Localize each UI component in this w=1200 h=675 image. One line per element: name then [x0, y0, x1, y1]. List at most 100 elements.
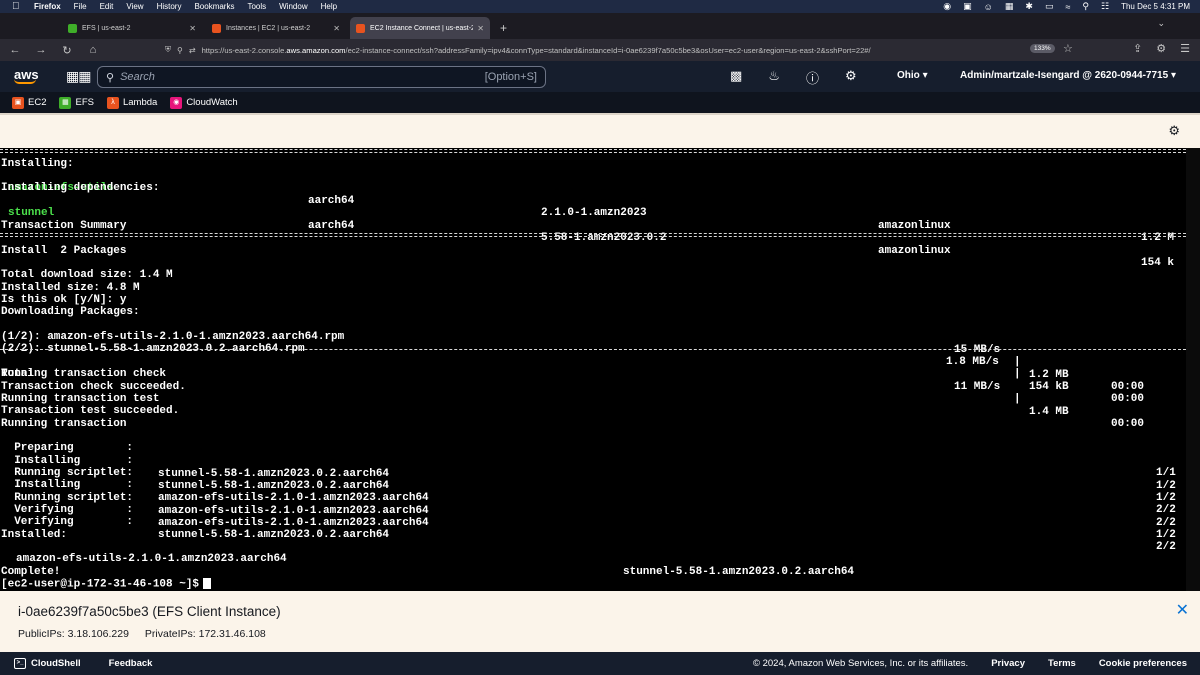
package-arch: aarch64	[308, 219, 355, 232]
tab-efs[interactable]: EFS | us-east-2 ✕	[62, 17, 202, 39]
permissions-icon[interactable]: ⇄	[189, 46, 196, 55]
downloads-icon[interactable]: ⇪	[1133, 42, 1142, 55]
total-time: 00:00	[1111, 418, 1145, 431]
control-center-icon[interactable]: ☷	[1101, 1, 1109, 12]
gear-icon[interactable]: ⚙	[845, 68, 857, 87]
favorite-lambda[interactable]: λ Lambda	[106, 96, 157, 109]
cloudwatch-service-icon: ◉	[170, 96, 183, 109]
accessibility-icon[interactable]: ☺	[984, 2, 993, 12]
tab-label: EFS | us-east-2	[82, 24, 131, 32]
transaction-action: Verifying :	[1, 516, 134, 529]
menu-app-firefox[interactable]: Firefox	[34, 2, 61, 11]
menu-bar-clock: Thu Dec 5 4:31 PM	[1121, 2, 1190, 11]
tab-instances[interactable]: Instances | EC2 | us-east-2 ✕	[206, 17, 346, 39]
favorite-label: EFS	[75, 97, 94, 108]
spotlight-icon[interactable]: ⚲	[1082, 1, 1089, 12]
notifications-bell-icon[interactable]: ♨	[768, 68, 780, 87]
terminal-line: Complete!	[1, 566, 61, 578]
search-input[interactable]: ⚲ Search [Option+S]	[97, 66, 546, 88]
privacy-link[interactable]: Privacy	[991, 658, 1025, 669]
download-speed: 15 MB/s	[954, 343, 1001, 356]
terms-link[interactable]: Terms	[1048, 658, 1076, 669]
shell-prompt: [ec2-user@ip-172-31-46-108 ~]$	[1, 578, 200, 591]
services-grid-icon[interactable]: ▦▦	[66, 68, 91, 85]
close-icon[interactable]: ✕	[333, 24, 340, 33]
url-path: /ec2-instance-connect/ssh?addressFamily=…	[345, 45, 871, 55]
url-host: aws.amazon.com	[286, 45, 346, 55]
terminal-rule	[0, 149, 1186, 153]
menu-window[interactable]: Window	[279, 2, 307, 11]
zoom-icon[interactable]: ▣	[963, 1, 972, 12]
search-icon: ⚲	[106, 71, 115, 84]
apple-icon[interactable]: 	[12, 1, 24, 12]
url-prefix: https://us-east-2.console.	[201, 45, 287, 55]
public-ips: PublicIPs: 3.18.106.229	[18, 628, 129, 640]
help-icon[interactable]: ⓘ	[806, 68, 819, 87]
menu-help[interactable]: Help	[321, 2, 337, 11]
favorite-label: CloudWatch	[186, 97, 238, 108]
terminal-line: Transaction test succeeded.	[1, 405, 180, 417]
close-icon[interactable]: ✕	[477, 24, 484, 33]
aws-logo[interactable]: aws	[14, 68, 44, 84]
menu-file[interactable]: File	[74, 2, 87, 11]
chevron-down-icon[interactable]: ⌄	[1157, 18, 1165, 29]
menu-icon[interactable]: ☰	[1180, 42, 1190, 55]
ec2-service-icon: ▣	[12, 96, 24, 109]
wifi-icon[interactable]: ≈	[1065, 2, 1070, 12]
forward-icon[interactable]: →	[30, 44, 52, 56]
terminal-line: Installed size: 4.8 M	[1, 282, 140, 294]
favorite-ec2[interactable]: ▣ EC2	[12, 96, 46, 109]
terminal-line: Is this ok [y/N]: y	[1, 294, 127, 306]
bluetooth-icon[interactable]: ✱	[1025, 1, 1033, 12]
ec2-favicon-icon	[356, 23, 365, 33]
close-icon[interactable]: ✕	[1176, 600, 1189, 620]
terminal-line: Transaction check succeeded.	[1, 381, 186, 393]
url-bar[interactable]: ⛨ ⚲ ⇄ https://us-east-2.console.aws.amaz…	[165, 42, 1080, 58]
settings-icon[interactable]: ⚙	[1168, 123, 1180, 139]
feedback-link[interactable]: Feedback	[109, 658, 153, 669]
terminal-scrollbar[interactable]	[1186, 148, 1200, 591]
favorite-cloudwatch[interactable]: ◉ CloudWatch	[170, 96, 238, 109]
terminal-line: Running transaction test	[1, 393, 160, 405]
account-menu[interactable]: Admin/martzale-Isengard @ 2620-0944-7715…	[960, 70, 1176, 81]
transaction-row: Preparing : 1/1	[1, 430, 1191, 479]
cloudshell-button[interactable]: >_ CloudShell	[14, 658, 81, 669]
cookie-preferences-link[interactable]: Cookie preferences	[1099, 658, 1187, 669]
transaction-row: Installing : amazon-efs-utils-2.1.0-1.am…	[1, 467, 1191, 516]
cloudshell-icon[interactable]: ▩	[730, 68, 742, 87]
battery-icon[interactable]: ▭	[1045, 1, 1054, 12]
shell-prompt-line[interactable]: [ec2-user@ip-172-31-46-108 ~]$	[1, 578, 212, 591]
favorite-efs[interactable]: ▦ EFS	[59, 96, 94, 109]
terminal-rule	[0, 233, 1186, 237]
home-icon[interactable]: ⌂	[82, 44, 104, 56]
screen-record-icon[interactable]: ◉	[943, 1, 951, 12]
download-row: (2/2): stunnel-5.58-1.amzn2023.0.2.aarch…	[1, 331, 1191, 405]
region-selector[interactable]: Ohio ▾	[897, 70, 928, 81]
menu-edit[interactable]: Edit	[100, 2, 114, 11]
terminal-line: Installed:	[1, 529, 68, 541]
bookmark-star-icon[interactable]: ☆	[1063, 42, 1073, 55]
menu-bar-tray: ◉ ▣ ☺ ▦ ✱ ▭ ≈ ⚲ ☷ Thu Dec 5 4:31 PM	[943, 0, 1190, 13]
package-version: 2.1.0-1.amzn2023	[541, 207, 647, 220]
transaction-row: Running scriptlet: amazon-efs-utils-2.1.…	[1, 480, 1191, 529]
menu-tools[interactable]: Tools	[247, 2, 266, 11]
reload-icon[interactable]: ↻	[56, 44, 78, 57]
lock-icon[interactable]: ⚲	[177, 46, 183, 55]
menu-bookmarks[interactable]: Bookmarks	[194, 2, 234, 11]
package-row: stunnel aarch64 5.58-1.amzn2023.0.2 amaz…	[1, 195, 1191, 269]
terminal-line: Total download size: 1.4 M	[1, 269, 173, 281]
menu-history[interactable]: History	[157, 2, 182, 11]
password-icon[interactable]: ▦	[1005, 1, 1014, 12]
terminal-window[interactable]: Installing: amazon-efs-utils aarch64 2.1…	[0, 148, 1200, 591]
caret-down-icon: ▾	[1170, 70, 1176, 81]
zoom-level-badge[interactable]: 133%	[1030, 44, 1055, 53]
menu-view[interactable]: View	[126, 2, 143, 11]
transaction-count: 1/2	[1156, 529, 1176, 542]
extensions-icon[interactable]: ⚙	[1156, 42, 1166, 55]
back-icon[interactable]: ←	[4, 44, 26, 56]
close-icon[interactable]: ✕	[189, 24, 196, 33]
tab-instance-connect[interactable]: EC2 Instance Connect | us-east-2 ✕	[350, 17, 490, 39]
new-tab-icon[interactable]: +	[500, 17, 507, 39]
footer-links: © 2024, Amazon Web Services, Inc. or its…	[753, 658, 1187, 669]
shield-icon[interactable]: ⛨	[165, 45, 171, 55]
